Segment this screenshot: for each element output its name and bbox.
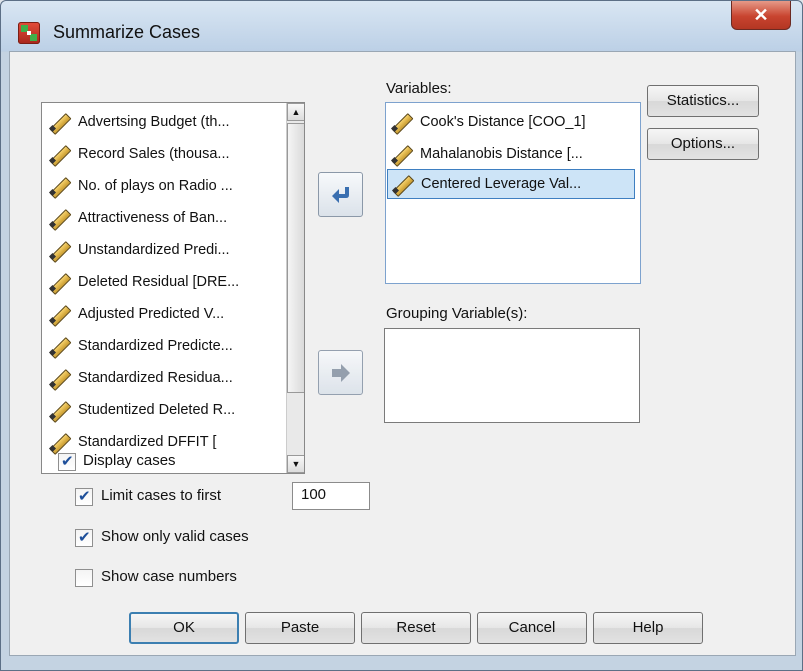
- options-button[interactable]: Options...: [647, 128, 759, 160]
- scale-variable-icon: [48, 303, 70, 325]
- list-item[interactable]: Cook's Distance [COO_1]: [390, 109, 586, 135]
- vertical-scrollbar[interactable]: ▲ ▼: [286, 103, 304, 473]
- scale-variable-icon: [390, 143, 412, 165]
- help-button[interactable]: Help: [593, 612, 703, 644]
- close-button[interactable]: ✕: [731, 1, 791, 30]
- list-item[interactable]: Standardized Predicte...: [48, 333, 233, 359]
- limit-cases-input[interactable]: 100: [292, 482, 370, 510]
- list-item-selected[interactable]: Centered Leverage Val...: [387, 169, 635, 199]
- reset-button[interactable]: Reset: [361, 612, 471, 644]
- list-item[interactable]: Record Sales (thousa...: [48, 141, 230, 167]
- scale-variable-icon: [48, 175, 70, 197]
- arrow-left-icon: [332, 187, 349, 203]
- scroll-thumb[interactable]: [287, 123, 304, 393]
- list-item[interactable]: Unstandardized Predi...: [48, 237, 230, 263]
- grouping-label: Grouping Variable(s):: [386, 305, 528, 322]
- scale-variable-icon: [48, 143, 70, 165]
- scale-variable-icon: [48, 335, 70, 357]
- scale-variable-icon: [48, 367, 70, 389]
- show-valid-label: Show only valid cases: [101, 528, 249, 545]
- summarize-cases-dialog: Summarize Cases ✕ Advertsing Budget (th.…: [0, 0, 803, 671]
- show-valid-checkbox[interactable]: [75, 528, 93, 547]
- list-item[interactable]: No. of plays on Radio ...: [48, 173, 233, 199]
- arrow-right-icon: [332, 364, 350, 382]
- list-item[interactable]: Standardized Residua...: [48, 365, 233, 391]
- list-item[interactable]: Mahalanobis Distance [...: [390, 141, 583, 167]
- statistics-button[interactable]: Statistics...: [647, 85, 759, 117]
- list-item[interactable]: Advertsing Budget (th...: [48, 109, 230, 135]
- scroll-up-button[interactable]: ▲: [287, 103, 304, 121]
- title-bar[interactable]: Summarize Cases ✕: [1, 1, 802, 51]
- ok-button[interactable]: OK: [129, 612, 239, 644]
- scale-variable-icon: [48, 111, 70, 133]
- display-cases-checkbox[interactable]: [58, 452, 76, 471]
- display-cases-label: Display cases: [83, 452, 176, 469]
- scale-variable-icon: [48, 271, 70, 293]
- list-item[interactable]: Deleted Residual [DRE...: [48, 269, 239, 295]
- list-item[interactable]: Studentized Deleted R...: [48, 397, 235, 423]
- limit-cases-label: Limit cases to first: [101, 487, 222, 504]
- dialog-title: Summarize Cases: [53, 22, 201, 42]
- list-item[interactable]: Attractiveness of Ban...: [48, 205, 227, 231]
- scale-variable-icon: [48, 239, 70, 261]
- scale-variable-icon: [48, 399, 70, 421]
- scale-variable-icon: [390, 111, 412, 133]
- variables-label: Variables:: [386, 80, 452, 97]
- show-case-numbers-label: Show case numbers: [101, 568, 237, 585]
- variables-list[interactable]: Cook's Distance [COO_1] Mahalanobis Dist…: [385, 102, 641, 284]
- scroll-down-button[interactable]: ▼: [287, 455, 304, 473]
- move-to-grouping-button[interactable]: [318, 350, 363, 395]
- paste-button[interactable]: Paste: [245, 612, 355, 644]
- scale-variable-icon: [391, 173, 413, 195]
- dialog-body: Advertsing Budget (th... Record Sales (t…: [9, 51, 796, 656]
- move-to-variables-button[interactable]: [318, 172, 363, 217]
- spss-app-icon: [18, 22, 40, 44]
- show-case-numbers-checkbox[interactable]: [75, 569, 93, 587]
- scale-variable-icon: [48, 431, 70, 453]
- list-item[interactable]: Adjusted Predicted V...: [48, 301, 224, 327]
- cancel-button[interactable]: Cancel: [477, 612, 587, 644]
- limit-cases-checkbox[interactable]: [75, 487, 93, 506]
- scale-variable-icon: [48, 207, 70, 229]
- source-variable-list[interactable]: Advertsing Budget (th... Record Sales (t…: [41, 102, 305, 474]
- grouping-variable-list[interactable]: [384, 328, 640, 423]
